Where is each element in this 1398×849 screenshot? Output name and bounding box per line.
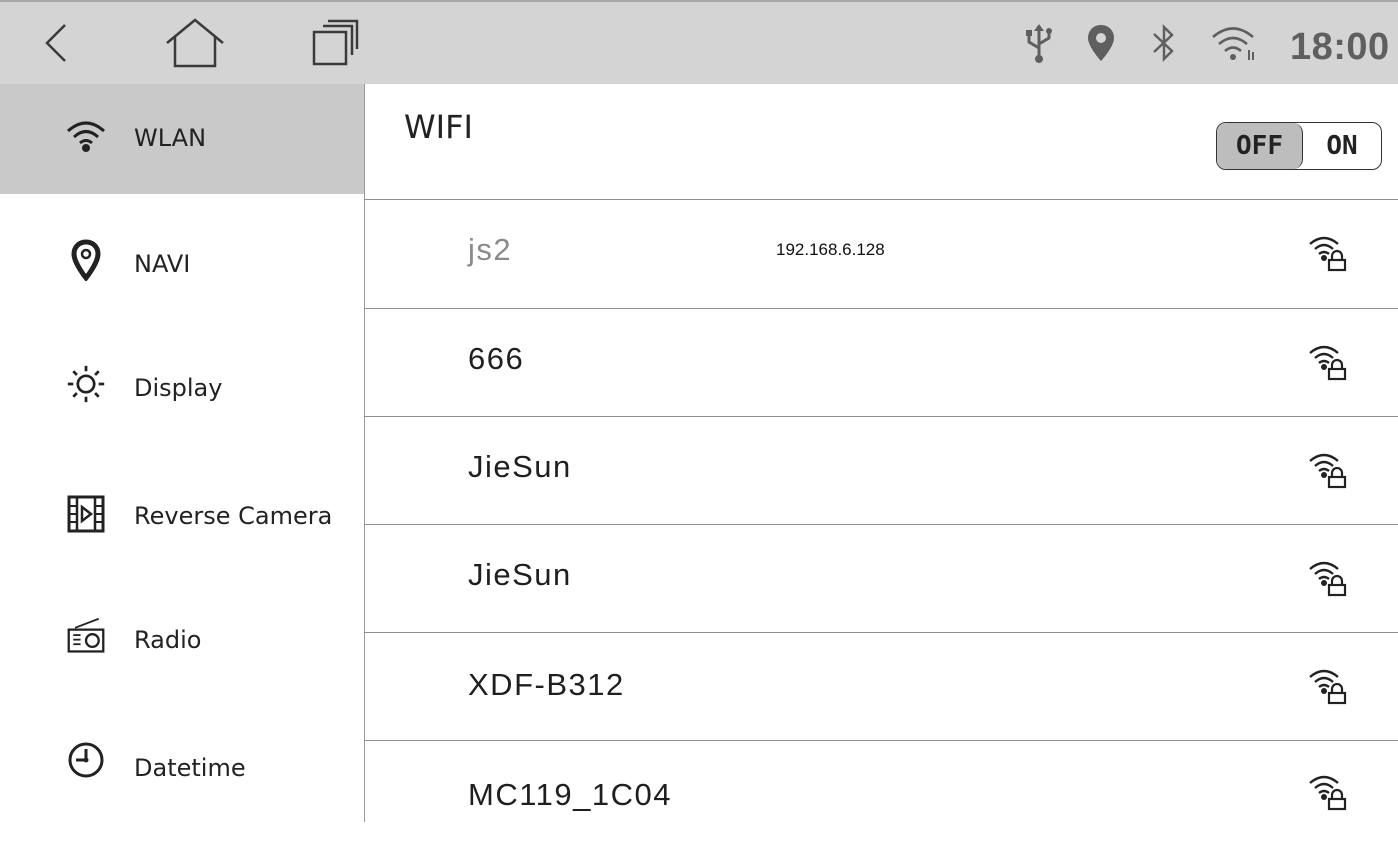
sidebar-item-wlan[interactable]: WLAN (0, 84, 364, 194)
sidebar-item-label: Reverse Camera (134, 502, 333, 530)
sidebar-item-display[interactable]: Display (0, 334, 364, 444)
back-button[interactable] (26, 2, 86, 84)
recent-apps-button[interactable] (306, 2, 366, 84)
page-title: WIFI (404, 108, 473, 146)
network-ip: 192.168.6.128 (776, 240, 885, 259)
wifi-icon (66, 116, 106, 156)
network-row[interactable]: XDF-B312 (364, 633, 1398, 741)
home-icon (166, 18, 224, 68)
network-ssid: JieSun (468, 449, 572, 484)
bluetooth-status (1150, 2, 1178, 84)
wifi-panel: WIFI OFF ON js2 192.168.6.128 666 JieSun… (364, 84, 1398, 822)
location-icon (1088, 25, 1114, 61)
network-row[interactable]: 666 (364, 309, 1398, 417)
wifi-lock-icon (1309, 453, 1347, 489)
status-bar: 18:00 (0, 0, 1398, 84)
network-row[interactable]: JieSun (364, 525, 1398, 633)
wifi-status (1210, 2, 1256, 84)
network-ssid: JieSun (468, 557, 572, 592)
sidebar-item-navi[interactable]: NAVI (0, 208, 364, 318)
network-ssid: 666 (468, 341, 525, 376)
network-ssid: js2 (468, 232, 513, 267)
settings-sidebar: WLAN NAVI Display Reverse Camera Radio D… (0, 84, 365, 822)
film-play-icon (66, 494, 106, 534)
usb-icon (1026, 24, 1052, 63)
wifi-lock-icon (1309, 775, 1347, 811)
wifi-toggle[interactable]: OFF ON (1216, 122, 1382, 170)
location-status (1086, 2, 1116, 84)
wifi-lock-icon (1309, 561, 1347, 597)
sidebar-item-datetime[interactable]: Datetime (0, 712, 364, 822)
location-pin-icon (66, 239, 106, 281)
sidebar-item-reverse-camera[interactable]: Reverse Camera (0, 460, 364, 570)
usb-status (1024, 2, 1054, 84)
recent-apps-icon (312, 19, 359, 66)
sidebar-item-radio[interactable]: Radio (0, 586, 364, 696)
network-row[interactable]: MC119_1C04 (364, 741, 1398, 849)
sidebar-item-label: Datetime (134, 754, 246, 782)
network-ssid: MC119_1C04 (468, 777, 672, 812)
wifi-lock-icon (1309, 236, 1347, 272)
toggle-on-label: ON (1326, 131, 1358, 161)
network-ssid: XDF-B312 (468, 667, 625, 702)
toggle-off-label: OFF (1217, 123, 1303, 169)
wifi-lock-icon (1309, 345, 1347, 381)
brightness-icon (66, 364, 106, 404)
clock: 18:00 (1290, 26, 1390, 68)
radio-icon (66, 616, 106, 656)
sidebar-item-label: Radio (134, 626, 202, 654)
wifi-icon (1212, 27, 1254, 60)
sidebar-item-label: NAVI (134, 250, 191, 278)
wifi-lock-icon (1309, 669, 1347, 705)
clock-icon (66, 740, 106, 780)
back-icon (45, 24, 66, 62)
network-row[interactable]: JieSun (364, 417, 1398, 525)
sidebar-item-label: Display (134, 374, 223, 402)
network-row[interactable]: js2 192.168.6.128 (364, 200, 1398, 308)
sidebar-item-label: WLAN (134, 124, 207, 152)
bluetooth-icon (1153, 23, 1174, 63)
home-button[interactable] (160, 2, 230, 84)
